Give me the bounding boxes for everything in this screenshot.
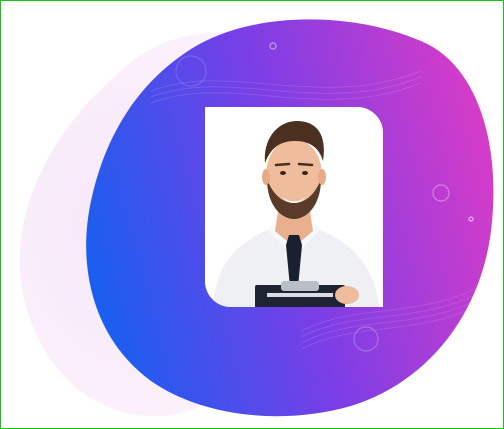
person-photo-icon: [205, 107, 383, 307]
profile-photo-card: [205, 107, 383, 307]
hero-illustration-frame: [0, 0, 504, 429]
